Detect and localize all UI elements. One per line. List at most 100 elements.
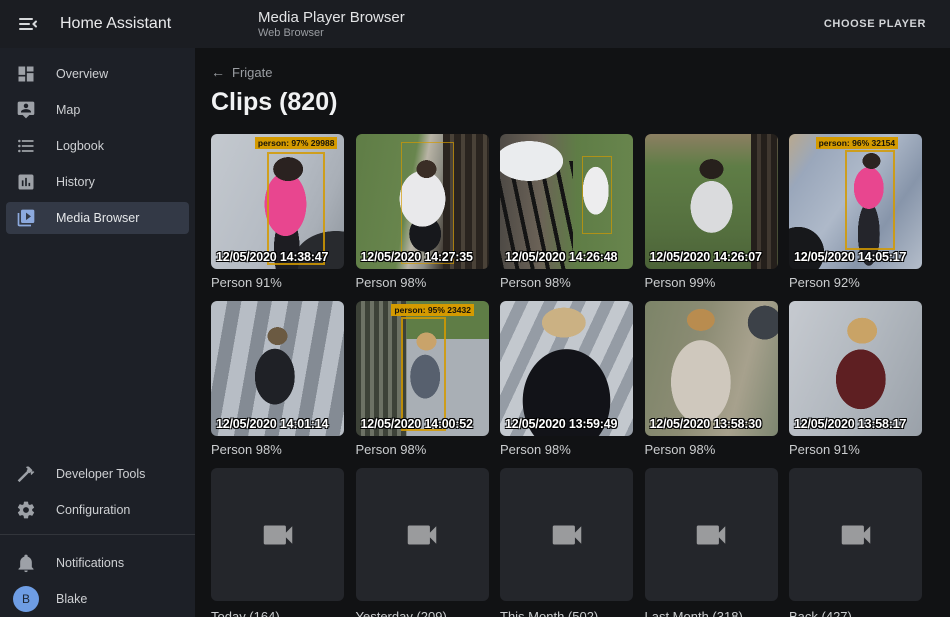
play-box-multiple-icon	[16, 208, 36, 228]
detection-label: person: 96% 32154	[816, 137, 899, 149]
sidebar-item-notifications[interactable]: Notifications	[0, 545, 195, 581]
clip-caption: Person 98%	[645, 442, 778, 457]
breadcrumb-label[interactable]: Frigate	[232, 65, 272, 80]
clip-caption: Person 91%	[789, 442, 922, 457]
folder-card: This Month (502)	[500, 468, 633, 617]
folder-tile-today[interactable]	[211, 468, 344, 601]
sidebar-item-label: Map	[56, 103, 80, 117]
sidebar-item-user-profile[interactable]: B Blake	[0, 581, 195, 617]
clip-caption: Person 91%	[211, 275, 344, 290]
clip-timestamp: 12/05/2020 13:58:17	[794, 417, 906, 431]
video-camera-icon	[837, 516, 875, 554]
clip-timestamp: 12/05/2020 14:27:35	[361, 250, 473, 264]
clip-thumbnail[interactable]: 12/05/2020 14:26:07	[645, 134, 778, 269]
sidebar-item-label: History	[56, 175, 95, 189]
clip-card: 12/05/2020 13:58:30 Person 98%	[645, 301, 778, 457]
clip-card: 12/05/2020 14:01:14 Person 98%	[211, 301, 344, 457]
detection-bbox	[582, 156, 611, 234]
folder-card: Today (164)	[211, 468, 344, 617]
sidebar: Overview Map Logbook History Media Brows…	[0, 48, 195, 617]
folder-label: Yesterday (209)	[356, 609, 489, 617]
folder-card: Last Month (318)	[645, 468, 778, 617]
clip-caption: Person 98%	[211, 442, 344, 457]
sidebar-item-label: Overview	[56, 67, 108, 81]
detection-bbox	[401, 317, 446, 430]
clip-thumbnail[interactable]: 12/05/2020 14:27:35	[356, 134, 489, 269]
clip-timestamp: 12/05/2020 13:58:30	[650, 417, 762, 431]
clip-card: 12/05/2020 13:59:49 Person 98%	[500, 301, 633, 457]
video-camera-icon	[548, 516, 586, 554]
breadcrumb[interactable]: ← Frigate	[211, 64, 934, 80]
tooltip-account-icon	[16, 100, 36, 120]
clip-caption: Person 98%	[356, 442, 489, 457]
clip-caption: Person 98%	[500, 275, 633, 290]
clip-thumbnail[interactable]: 12/05/2020 14:01:14	[211, 301, 344, 436]
app-title: Home Assistant	[60, 15, 171, 33]
sidebar-toggle-icon[interactable]	[16, 12, 40, 36]
gear-icon	[16, 500, 36, 520]
clip-thumbnail[interactable]: 12/05/2020 14:26:48	[500, 134, 633, 269]
clip-card: 12/05/2020 14:27:35 Person 98%	[356, 134, 489, 290]
sidebar-item-label: Notifications	[56, 556, 124, 570]
clip-timestamp: 12/05/2020 14:26:48	[505, 250, 617, 264]
clip-thumbnail[interactable]: 12/05/2020 13:59:49	[500, 301, 633, 436]
clip-card: person: 96% 32154 12/05/2020 14:05:17 Pe…	[789, 134, 922, 290]
bell-icon	[16, 553, 36, 573]
clip-card: person: 95% 23432 12/05/2020 14:00:52 Pe…	[356, 301, 489, 457]
avatar: B	[13, 586, 39, 612]
sidebar-item-logbook[interactable]: Logbook	[0, 128, 195, 164]
page-header-title: Media Player Browser	[258, 9, 405, 27]
clip-thumbnail[interactable]: person: 96% 32154 12/05/2020 14:05:17	[789, 134, 922, 269]
header-bar: Media Player Browser Web Browser CHOOSE …	[195, 9, 950, 40]
folder-tile-back[interactable]	[789, 468, 922, 601]
clip-timestamp: 12/05/2020 14:26:07	[650, 250, 762, 264]
folder-tile-this-month[interactable]	[500, 468, 633, 601]
clip-caption: Person 98%	[500, 442, 633, 457]
media-browser-content: ← Frigate Clips (820) person: 97% 29988 …	[195, 48, 950, 617]
sidebar-item-label: Media Browser	[56, 211, 139, 225]
detection-bbox	[267, 152, 326, 265]
sidebar-item-media-browser[interactable]: Media Browser	[0, 200, 195, 236]
clip-card: 12/05/2020 14:26:48 Person 98%	[500, 134, 633, 290]
clips-grid: person: 97% 29988 12/05/2020 14:38:47 Pe…	[211, 134, 934, 617]
detection-label: person: 95% 23432	[391, 304, 474, 316]
clip-timestamp: 12/05/2020 13:59:49	[505, 417, 617, 431]
detection-bbox	[401, 142, 454, 264]
clip-caption: Person 98%	[356, 275, 489, 290]
sidebar-header: Home Assistant	[0, 12, 195, 36]
folder-tile-last-month[interactable]	[645, 468, 778, 601]
clip-thumbnail[interactable]: person: 95% 23432 12/05/2020 14:00:52	[356, 301, 489, 436]
clip-thumbnail[interactable]: 12/05/2020 13:58:17	[789, 301, 922, 436]
clip-timestamp: 12/05/2020 14:01:14	[216, 417, 328, 431]
hammer-icon	[16, 464, 36, 484]
clip-timestamp: 12/05/2020 14:00:52	[361, 417, 473, 431]
sidebar-item-overview[interactable]: Overview	[0, 56, 195, 92]
page-header-subtitle: Web Browser	[258, 27, 405, 40]
choose-player-button[interactable]: CHOOSE PLAYER	[816, 10, 934, 38]
clip-card: 12/05/2020 13:58:17 Person 91%	[789, 301, 922, 457]
clip-timestamp: 12/05/2020 14:05:17	[794, 250, 906, 264]
folder-card: Back (427)	[789, 468, 922, 617]
sidebar-item-history[interactable]: History	[0, 164, 195, 200]
user-name-label: Blake	[56, 592, 87, 606]
video-camera-icon	[403, 516, 441, 554]
clip-thumbnail[interactable]: person: 97% 29988 12/05/2020 14:38:47	[211, 134, 344, 269]
sidebar-item-configuration[interactable]: Configuration	[0, 492, 195, 528]
folder-label: Last Month (318)	[645, 609, 778, 617]
page-title: Clips (820)	[211, 88, 934, 117]
video-camera-icon	[259, 516, 297, 554]
clip-card: 12/05/2020 14:26:07 Person 99%	[645, 134, 778, 290]
view-dashboard-icon	[16, 64, 36, 84]
detection-label: person: 97% 29988	[255, 137, 338, 149]
format-list-icon	[16, 136, 36, 156]
top-app-bar: Home Assistant Media Player Browser Web …	[0, 0, 950, 48]
clip-caption: Person 99%	[645, 275, 778, 290]
folder-label: This Month (502)	[500, 609, 633, 617]
clip-thumbnail[interactable]: 12/05/2020 13:58:30	[645, 301, 778, 436]
video-camera-icon	[692, 516, 730, 554]
back-arrow-icon[interactable]: ←	[211, 64, 225, 80]
folder-tile-yesterday[interactable]	[356, 468, 489, 601]
sidebar-item-developer-tools[interactable]: Developer Tools	[0, 456, 195, 492]
clip-caption: Person 92%	[789, 275, 922, 290]
sidebar-item-map[interactable]: Map	[0, 92, 195, 128]
